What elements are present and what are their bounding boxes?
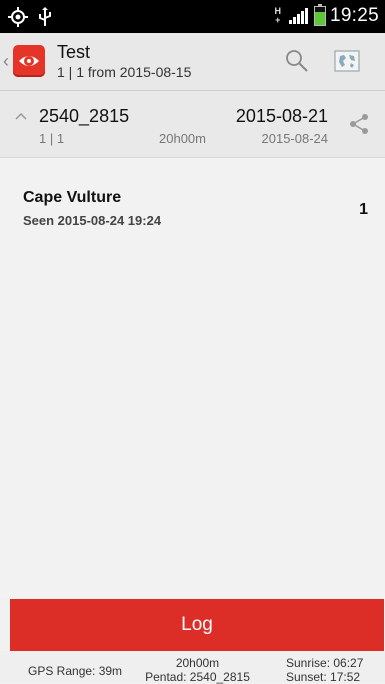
status-right-icons: H + 19:25 [274,4,379,27]
network-plus-label: + [275,15,281,25]
battery-fill [314,12,325,25]
page-subtitle: 1 | 1 from 2015-08-15 [57,64,192,80]
records-list: Cape Vulture Seen 2015-08-24 19:24 1 [0,158,385,598]
battery-icon [313,4,326,26]
usb-icon [39,7,51,26]
species-name: Cape Vulture [23,189,122,206]
footer-status: GPS Range: 39m 20h00m Pentad: 2540_2815 … [0,651,385,684]
status-left-icons [8,6,52,28]
pentad-code: 2540_2815 [39,106,130,126]
map-icon[interactable] [332,47,362,75]
chevron-up-icon[interactable] [14,109,28,123]
signal-icon [288,8,308,24]
footer-pentad: Pentad: 2540_2815 [145,670,250,684]
footer-middle: 20h00m Pentad: 2540_2815 [145,656,250,684]
species-count: 1 [359,201,368,218]
log-button[interactable]: Log [10,599,384,651]
search-icon[interactable] [283,47,311,75]
back-chevron-icon[interactable]: ‹ [3,51,9,72]
clock: 19:25 [329,5,379,26]
status-bar: H + 19:25 [0,0,385,33]
gps-icon [8,7,28,27]
gps-range: GPS Range: 39m [28,664,123,678]
sun-times: Sunrise: 06:27 Sunset: 17:52 [286,656,363,684]
end-date: 2015-08-24 [261,131,329,146]
record-counts: 1 | 1 [39,131,65,146]
seen-timestamp: Seen 2015-08-24 19:24 [23,213,162,228]
page-title: Test [57,42,91,62]
footer-duration: 20h00m [175,656,220,670]
share-icon[interactable] [348,113,370,135]
list-item[interactable]: Cape Vulture Seen 2015-08-24 19:24 1 [0,173,385,228]
duration-value: 20h00m [159,131,206,146]
app-logo-icon[interactable] [13,45,45,77]
action-bar: ‹ Test 1 | 1 from 2015-08-15 [0,33,385,91]
sunset-time: Sunset: 17:52 [286,670,361,684]
title-group[interactable]: Test 1 | 1 from 2015-08-15 [57,42,191,81]
sunrise-time: Sunrise: 06:27 [286,656,364,670]
pentad-card[interactable]: 2540_2815 1 | 1 20h00m 2015-08-21 2015-0… [0,91,385,158]
start-date: 2015-08-21 [235,106,328,126]
hplus-icon: H + [274,7,281,25]
